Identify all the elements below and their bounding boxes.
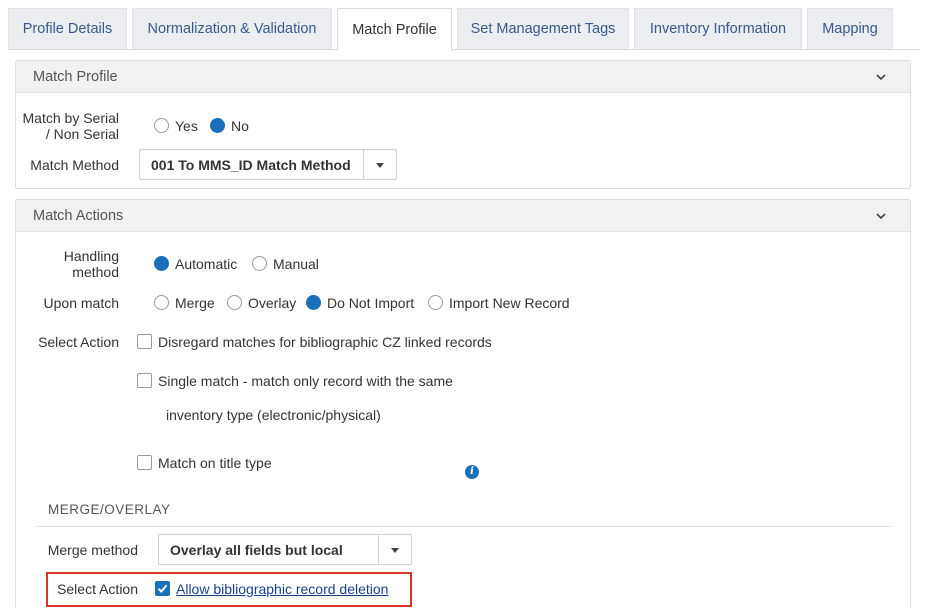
match-method-select[interactable]: 001 To MMS_ID Match Method <box>139 149 397 180</box>
serial-yes-label: Yes <box>175 118 198 134</box>
handling-automatic-radio[interactable] <box>154 256 169 271</box>
allow-deletion-action-label: Select Action <box>57 581 138 597</box>
match-actions-panel: Match Actions <box>15 199 911 608</box>
tab-mapping[interactable]: Mapping <box>807 8 893 49</box>
chevron-down-icon[interactable] <box>363 150 396 179</box>
match-method-value: 001 To MMS_ID Match Method <box>151 156 351 173</box>
single-match-label: Single match - match only record with th… <box>158 373 453 389</box>
upon-merge-label: Merge <box>175 295 215 311</box>
match-profile-header[interactable]: Match Profile <box>16 61 910 93</box>
select-action-label: Select Action <box>38 334 119 350</box>
disregard-cz-checkbox[interactable] <box>137 334 152 349</box>
tab-inventory-information[interactable]: Inventory Information <box>634 8 802 49</box>
chevron-down-icon[interactable] <box>876 211 886 221</box>
section-divider <box>36 526 891 527</box>
merge-overlay-section-title: MERGE/OVERLAY <box>48 502 171 517</box>
match-actions-title: Match Actions <box>33 207 124 224</box>
upon-match-label: Upon match <box>43 295 119 311</box>
handling-method-label: Handling method <box>63 248 119 280</box>
merge-method-value: Overlay all fields but local <box>170 541 343 558</box>
upon-merge-radio[interactable] <box>154 295 169 310</box>
match-actions-header[interactable]: Match Actions <box>16 200 910 232</box>
serial-yes-radio[interactable] <box>154 118 169 133</box>
handling-manual-radio[interactable] <box>252 256 267 271</box>
serial-no-label: No <box>231 118 249 134</box>
serial-label: Match by Serial / Non Serial <box>22 110 119 142</box>
upon-import-new-record-label: Import New Record <box>449 295 570 311</box>
serial-no-radio[interactable] <box>210 118 225 133</box>
upon-do-not-import-label: Do Not Import <box>327 295 415 311</box>
upon-overlay-radio[interactable] <box>227 295 242 310</box>
chevron-down-icon[interactable] <box>876 72 886 82</box>
tab-profile-details[interactable]: Profile Details <box>8 8 127 49</box>
tab-bar: Profile Details Normalization & Validati… <box>0 0 928 51</box>
single-match-checkbox[interactable] <box>137 373 152 388</box>
handling-manual-label: Manual <box>273 256 319 272</box>
disregard-cz-label: Disregard matches for bibliographic CZ l… <box>158 334 492 350</box>
title-type-checkbox[interactable] <box>137 455 152 470</box>
upon-import-new-record-radio[interactable] <box>428 295 443 310</box>
merge-method-select[interactable]: Overlay all fields but local <box>158 534 412 565</box>
checkmark-icon <box>157 584 168 593</box>
allow-deletion-checkbox[interactable] <box>155 581 170 596</box>
title-type-label: Match on title type <box>158 455 272 471</box>
upon-do-not-import-radio[interactable] <box>306 295 321 310</box>
tab-normalization-validation[interactable]: Normalization & Validation <box>132 8 332 49</box>
match-method-label: Match Method <box>30 157 119 173</box>
tab-divider <box>8 49 920 50</box>
allow-deletion-label[interactable]: Allow bibliographic record deletion <box>176 581 388 597</box>
handling-automatic-label: Automatic <box>175 256 238 272</box>
info-icon[interactable]: i <box>465 465 479 479</box>
match-profile-title: Match Profile <box>33 68 118 85</box>
tab-match-profile[interactable]: Match Profile <box>337 8 452 51</box>
tab-set-management-tags[interactable]: Set Management Tags <box>457 8 629 49</box>
upon-overlay-label: Overlay <box>248 295 297 311</box>
merge-method-label: Merge method <box>47 542 138 558</box>
single-match-label-continued: inventory type (electronic/physical) <box>166 407 381 423</box>
chevron-down-icon[interactable] <box>378 535 411 564</box>
